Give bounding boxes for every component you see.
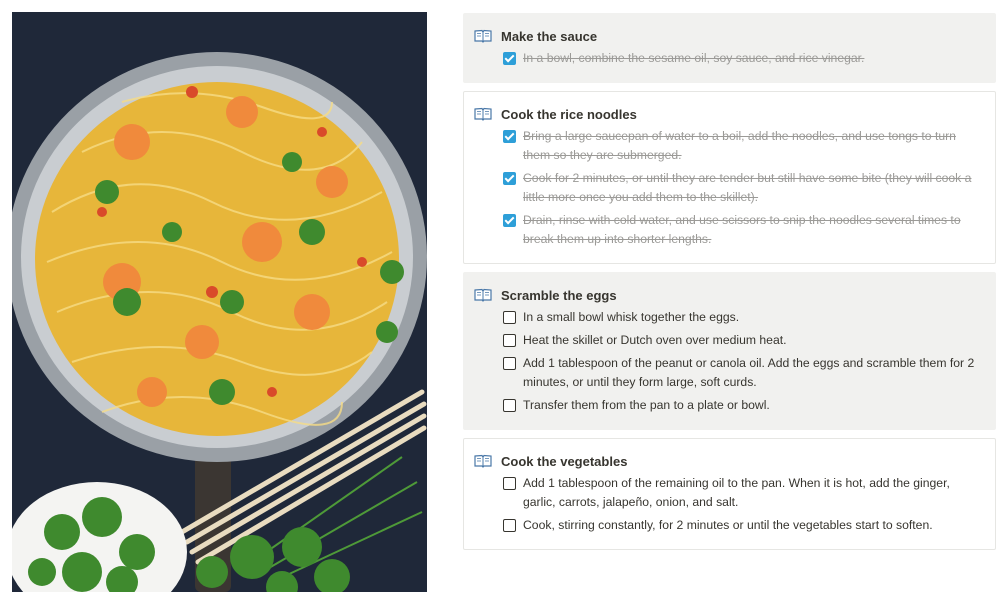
todo-item: In a bowl, combine the sesame oil, soy s… bbox=[503, 49, 985, 68]
todo-text[interactable]: Heat the skillet or Dutch oven over medi… bbox=[523, 331, 787, 350]
todo-item: In a small bowl whisk together the eggs. bbox=[503, 308, 985, 327]
section-title: Scramble the eggs bbox=[501, 287, 617, 303]
todo-item: Cook for 2 minutes, or until they are te… bbox=[503, 169, 985, 207]
section-title: Make the sauce bbox=[501, 28, 598, 44]
todo-item: Bring a large saucepan of water to a boi… bbox=[503, 127, 985, 165]
todo-text[interactable]: In a bowl, combine the sesame oil, soy s… bbox=[523, 49, 864, 68]
section-title: Cook the rice noodles bbox=[501, 106, 637, 122]
checkbox[interactable] bbox=[503, 311, 516, 324]
open-book-icon bbox=[474, 288, 492, 302]
todo-text[interactable]: Bring a large saucepan of water to a boi… bbox=[523, 127, 985, 165]
todo-item: Heat the skillet or Dutch oven over medi… bbox=[503, 331, 985, 350]
section-cook-the-rice-noodles: Cook the rice noodles Bring a large sauc… bbox=[463, 91, 996, 264]
recipe-steps: Make the sauce In a bowl, combine the se… bbox=[463, 13, 996, 558]
todo-text[interactable]: Transfer them from the pan to a plate or… bbox=[523, 396, 770, 415]
section-title: Cook the vegetables bbox=[501, 453, 628, 469]
recipe-photo bbox=[12, 12, 427, 592]
checkbox[interactable] bbox=[503, 519, 516, 532]
checkbox[interactable] bbox=[503, 399, 516, 412]
todo-text[interactable]: Cook for 2 minutes, or until they are te… bbox=[523, 169, 985, 207]
checkbox[interactable] bbox=[503, 477, 516, 490]
todo-item: Drain, rinse with cold water, and use sc… bbox=[503, 211, 985, 249]
todo-text[interactable]: Add 1 tablespoon of the peanut or canola… bbox=[523, 354, 985, 392]
open-book-icon bbox=[474, 454, 492, 468]
checkbox[interactable] bbox=[503, 172, 516, 185]
checkbox[interactable] bbox=[503, 52, 516, 65]
todo-text[interactable]: Drain, rinse with cold water, and use sc… bbox=[523, 211, 985, 249]
open-book-icon bbox=[474, 107, 492, 121]
noodle-skillet-illustration bbox=[12, 12, 427, 592]
section-scramble-the-eggs: Scramble the eggs In a small bowl whisk … bbox=[463, 272, 996, 430]
checkbox[interactable] bbox=[503, 214, 516, 227]
todo-item: Transfer them from the pan to a plate or… bbox=[503, 396, 985, 415]
section-make-the-sauce: Make the sauce In a bowl, combine the se… bbox=[463, 13, 996, 83]
checkbox[interactable] bbox=[503, 130, 516, 143]
todo-item: Add 1 tablespoon of the peanut or canola… bbox=[503, 354, 985, 392]
todo-text[interactable]: Cook, stirring constantly, for 2 minutes… bbox=[523, 516, 933, 535]
section-cook-the-vegetables: Cook the vegetables Add 1 tablespoon of … bbox=[463, 438, 996, 550]
open-book-icon bbox=[474, 29, 492, 43]
todo-item: Cook, stirring constantly, for 2 minutes… bbox=[503, 516, 985, 535]
checkbox[interactable] bbox=[503, 334, 516, 347]
todo-text[interactable]: Add 1 tablespoon of the remaining oil to… bbox=[523, 474, 985, 512]
checkbox[interactable] bbox=[503, 357, 516, 370]
todo-item: Add 1 tablespoon of the remaining oil to… bbox=[503, 474, 985, 512]
todo-text[interactable]: In a small bowl whisk together the eggs. bbox=[523, 308, 739, 327]
